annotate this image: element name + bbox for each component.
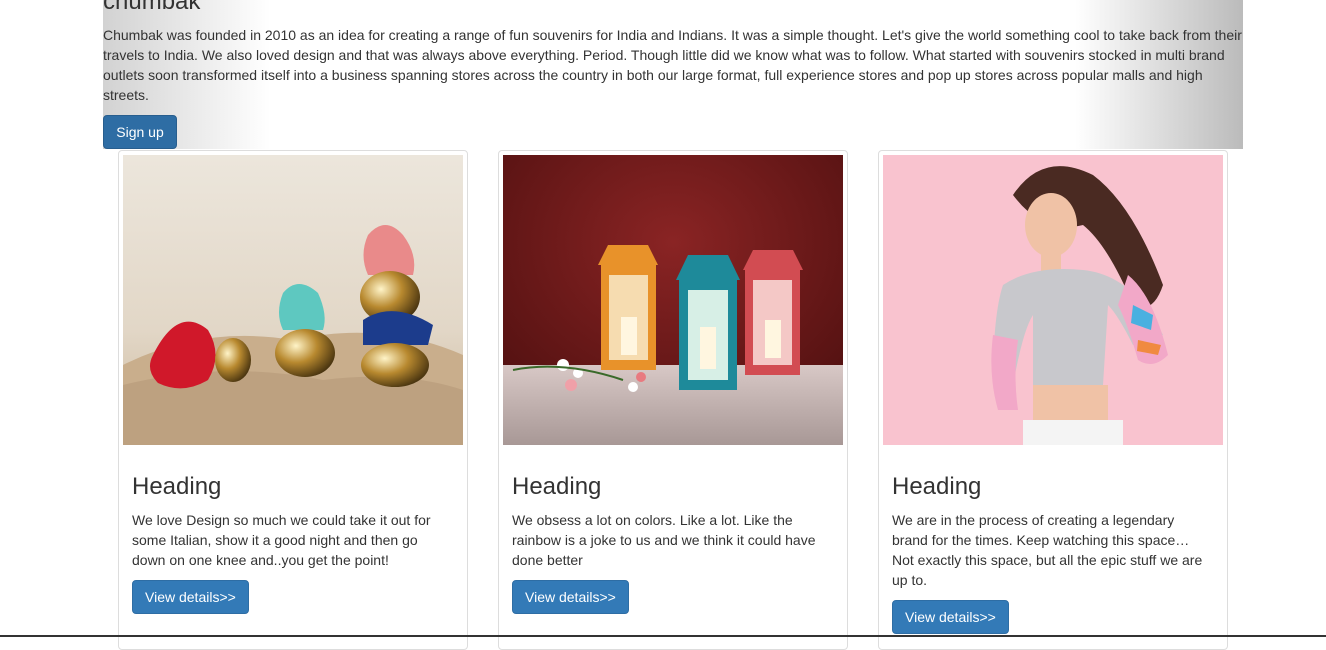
card-heading: Heading [132, 473, 222, 500]
card-heading: Heading [892, 473, 982, 500]
view-details-button[interactable]: View details>> [892, 600, 1009, 634]
card-text: We obsess a lot on colors. Like a lot. L… [512, 512, 816, 568]
card-text: We love Design so much we could take it … [132, 512, 431, 568]
intro-text: Chumbak was founded in 2010 as an idea f… [103, 27, 1242, 103]
apparel-product-image [883, 155, 1223, 445]
view-details-button[interactable]: View details>> [132, 580, 249, 614]
product-card: Heading We love Design so much we could … [118, 150, 468, 650]
lantern-product-image [503, 155, 843, 445]
sign-up-button[interactable]: Sign up [103, 115, 177, 149]
view-details-button[interactable]: View details>> [512, 580, 629, 614]
card-heading: Heading [512, 473, 602, 500]
card-text: We are in the process of creating a lege… [892, 512, 1203, 588]
product-card: Heading We are in the process of creatin… [878, 150, 1228, 650]
brand-title: chumbak [103, 0, 201, 15]
product-card: Heading We obsess a lot on colors. Like … [498, 150, 848, 650]
decor-product-image [123, 155, 463, 445]
